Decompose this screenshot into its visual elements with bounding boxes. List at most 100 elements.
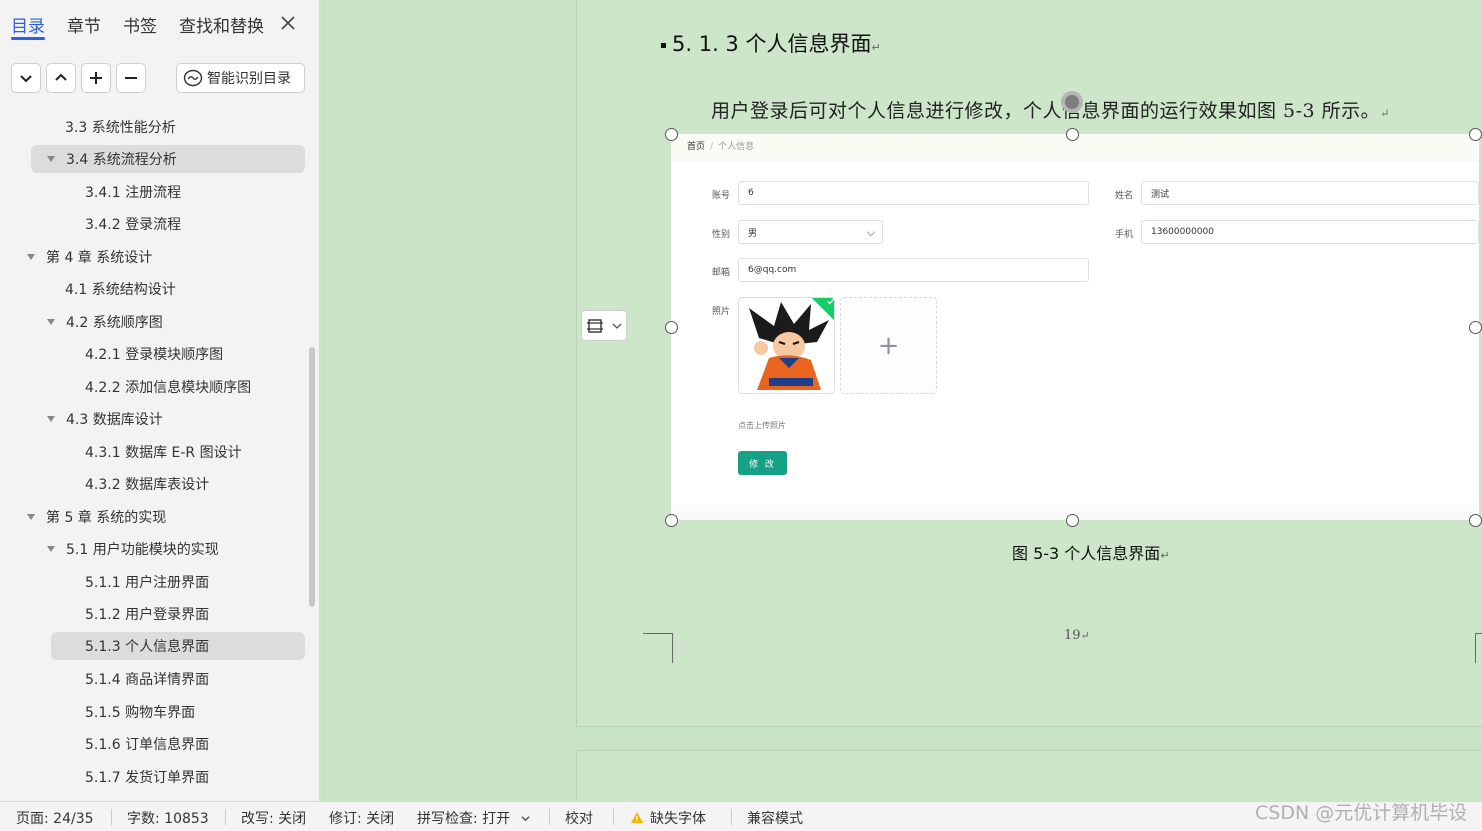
toc-item[interactable]: 4.2 系统顺序图 — [46, 308, 163, 336]
cartoon-avatar-icon — [749, 302, 829, 390]
embedded-screenshot[interactable]: 首页 / 个人信息 账号 6 姓名 测试 性别 男 手机 13600000000 邮… — [671, 134, 1479, 520]
resize-handle-bottom-right[interactable] — [1469, 514, 1482, 527]
section-heading[interactable]: 5. 1. 3 个人信息界面↵ — [661, 28, 881, 58]
tab-chapters[interactable]: 章节 — [67, 12, 101, 37]
plus-icon — [90, 72, 102, 84]
breadcrumb: 首页 / 个人信息 — [687, 142, 755, 152]
caret-down-icon[interactable] — [26, 252, 36, 262]
upload-hint: 点击上传照片 — [738, 421, 786, 430]
close-pane-icon[interactable] — [280, 12, 296, 36]
minus-icon — [125, 77, 137, 79]
email-field: 6@qq.com — [738, 258, 1089, 282]
status-track-changes[interactable]: 修订: 关闭 — [329, 808, 394, 828]
account-label: 账号 — [712, 191, 731, 201]
toc-item[interactable]: 3.4.2 登录流程 — [85, 210, 181, 238]
photo-label: 照片 — [712, 307, 731, 317]
plus-icon: + — [877, 330, 900, 361]
status-proofread[interactable]: 校对 — [565, 808, 593, 828]
active-tab-indicator — [11, 37, 45, 40]
caret-down-icon[interactable] — [46, 154, 56, 164]
photo-upload-box: + — [840, 297, 937, 394]
heading-marker — [661, 42, 666, 48]
status-overwrite[interactable]: 改写: 关闭 — [241, 808, 306, 828]
toc-item[interactable]: 5.1.1 用户注册界面 — [85, 568, 209, 596]
account-field: 6 — [738, 181, 1089, 205]
breadcrumb-home: 首页 — [687, 142, 706, 152]
caret-down-icon[interactable] — [46, 414, 56, 424]
phone-label: 手机 — [1115, 230, 1134, 240]
smart-toc-button[interactable]: 智能识别目录 — [176, 63, 305, 93]
add-toc-button[interactable] — [81, 63, 111, 93]
name-field: 测试 — [1141, 181, 1479, 205]
resize-handle-left[interactable] — [665, 321, 678, 334]
paragraph-mark-icon: ↵ — [1380, 107, 1390, 120]
caret-down-icon[interactable] — [26, 512, 36, 522]
resize-handle-bottom-left[interactable] — [665, 514, 678, 527]
resize-handle-top[interactable] — [1066, 128, 1079, 141]
toc-scrollbar[interactable] — [309, 347, 315, 607]
image-layout-button[interactable] — [581, 310, 627, 341]
toc-item[interactable]: 3.4.1 注册流程 — [85, 178, 181, 206]
smart-toc-label: 智能识别目录 — [207, 71, 291, 87]
page-corner-mark — [1475, 633, 1482, 663]
toc-item[interactable]: 4.3.2 数据库表设计 — [85, 470, 209, 498]
gender-label: 性别 — [712, 230, 731, 240]
tab-toc[interactable]: 目录 — [11, 12, 45, 37]
paragraph-mark-icon: ↵ — [1160, 549, 1170, 562]
page-number: 19↵ — [1064, 628, 1090, 643]
tab-find-replace[interactable]: 查找和替换 — [179, 12, 264, 37]
chevron-down-icon — [612, 323, 622, 329]
toc-item[interactable]: 5.1 用户功能模块的实现 — [46, 535, 219, 563]
status-missing-fonts[interactable]: 缺失字体 — [630, 808, 706, 828]
email-label: 邮箱 — [712, 268, 731, 278]
toc-item[interactable]: 4.3.1 数据库 E-R 图设计 — [85, 438, 242, 466]
name-label: 姓名 — [1115, 191, 1134, 201]
chevron-down-icon — [866, 227, 876, 237]
status-word-count[interactable]: 字数: 10853 — [127, 808, 209, 828]
toc-item[interactable]: 4.2.1 登录模块顺序图 — [85, 340, 223, 368]
toc-item[interactable]: 4.1 系统结构设计 — [65, 275, 176, 303]
tab-bookmarks[interactable]: 书签 — [123, 12, 157, 37]
toc-item[interactable]: 5.1.7 发货订单界面 — [85, 763, 209, 791]
toc-item[interactable]: 5.1.4 商品详情界面 — [85, 665, 209, 693]
toc-item[interactable]: 5.1.5 购物车界面 — [85, 698, 195, 726]
expand-down-button[interactable] — [11, 63, 41, 93]
status-spellcheck[interactable]: 拼写检查: 打开 — [417, 808, 530, 828]
body-paragraph[interactable]: 用户登录后可对个人信息进行修改，个人信息界面的运行效果如图 5-3 所示。↵ — [711, 96, 1390, 123]
modify-button: 修 改 — [738, 451, 787, 475]
breadcrumb-current: 个人信息 — [718, 142, 755, 152]
toc-item[interactable]: 5.1.6 订单信息界面 — [85, 730, 209, 758]
resize-handle-top-left[interactable] — [665, 128, 678, 141]
toc-item[interactable]: 3.3 系统性能分析 — [65, 113, 176, 141]
resize-handle-right[interactable] — [1469, 321, 1482, 334]
gender-select: 男 — [738, 220, 883, 244]
status-page[interactable]: 页面: 24/35 — [16, 808, 94, 828]
toc-item-current[interactable]: 5.1.3 个人信息界面 — [51, 632, 305, 660]
collapse-up-button[interactable] — [46, 63, 76, 93]
toc-item[interactable]: 5.1.2 用户登录界面 — [85, 600, 209, 628]
remove-toc-button[interactable] — [116, 63, 146, 93]
resize-handle-bottom[interactable] — [1066, 514, 1079, 527]
caret-down-icon[interactable] — [46, 317, 56, 327]
caret-down-icon[interactable] — [46, 544, 56, 554]
toc-item[interactable]: 第 4 章 系统设计 — [26, 243, 152, 271]
rotate-handle-icon[interactable] — [1061, 91, 1083, 113]
resize-handle-top-right[interactable] — [1469, 128, 1482, 141]
chevron-down-icon — [20, 75, 32, 83]
warning-icon — [631, 812, 643, 823]
document-page: 5. 1. 3 个人信息界面↵ 用户登录后可对个人信息进行修改，个人信息界面的运… — [576, 0, 1482, 727]
wrap-text-icon — [587, 318, 603, 333]
toc-item[interactable]: 第 5 章 系统的实现 — [26, 503, 166, 531]
avatar-photo — [738, 297, 835, 394]
watermark: CSDN @元优计算机毕设 — [1255, 802, 1468, 824]
figure-caption[interactable]: 图 5-3 个人信息界面↵ — [1012, 540, 1170, 564]
toc-item[interactable]: 4.2.2 添加信息模块顺序图 — [85, 373, 251, 401]
smart-recognize-icon — [183, 69, 203, 87]
phone-field: 13600000000 — [1141, 220, 1479, 244]
profile-form: 账号 6 姓名 测试 性别 男 手机 13600000000 邮箱 6@qq.c… — [671, 162, 1479, 505]
chevron-up-icon — [55, 73, 67, 81]
document-canvas: 5. 1. 3 个人信息界面↵ 用户登录后可对个人信息进行修改，个人信息界面的运… — [321, 0, 1482, 810]
toc-item[interactable]: 3.4 系统流程分析 — [31, 145, 305, 173]
toc-item[interactable]: 4.3 数据库设计 — [46, 405, 163, 433]
status-compat-mode[interactable]: 兼容模式 — [747, 808, 803, 828]
